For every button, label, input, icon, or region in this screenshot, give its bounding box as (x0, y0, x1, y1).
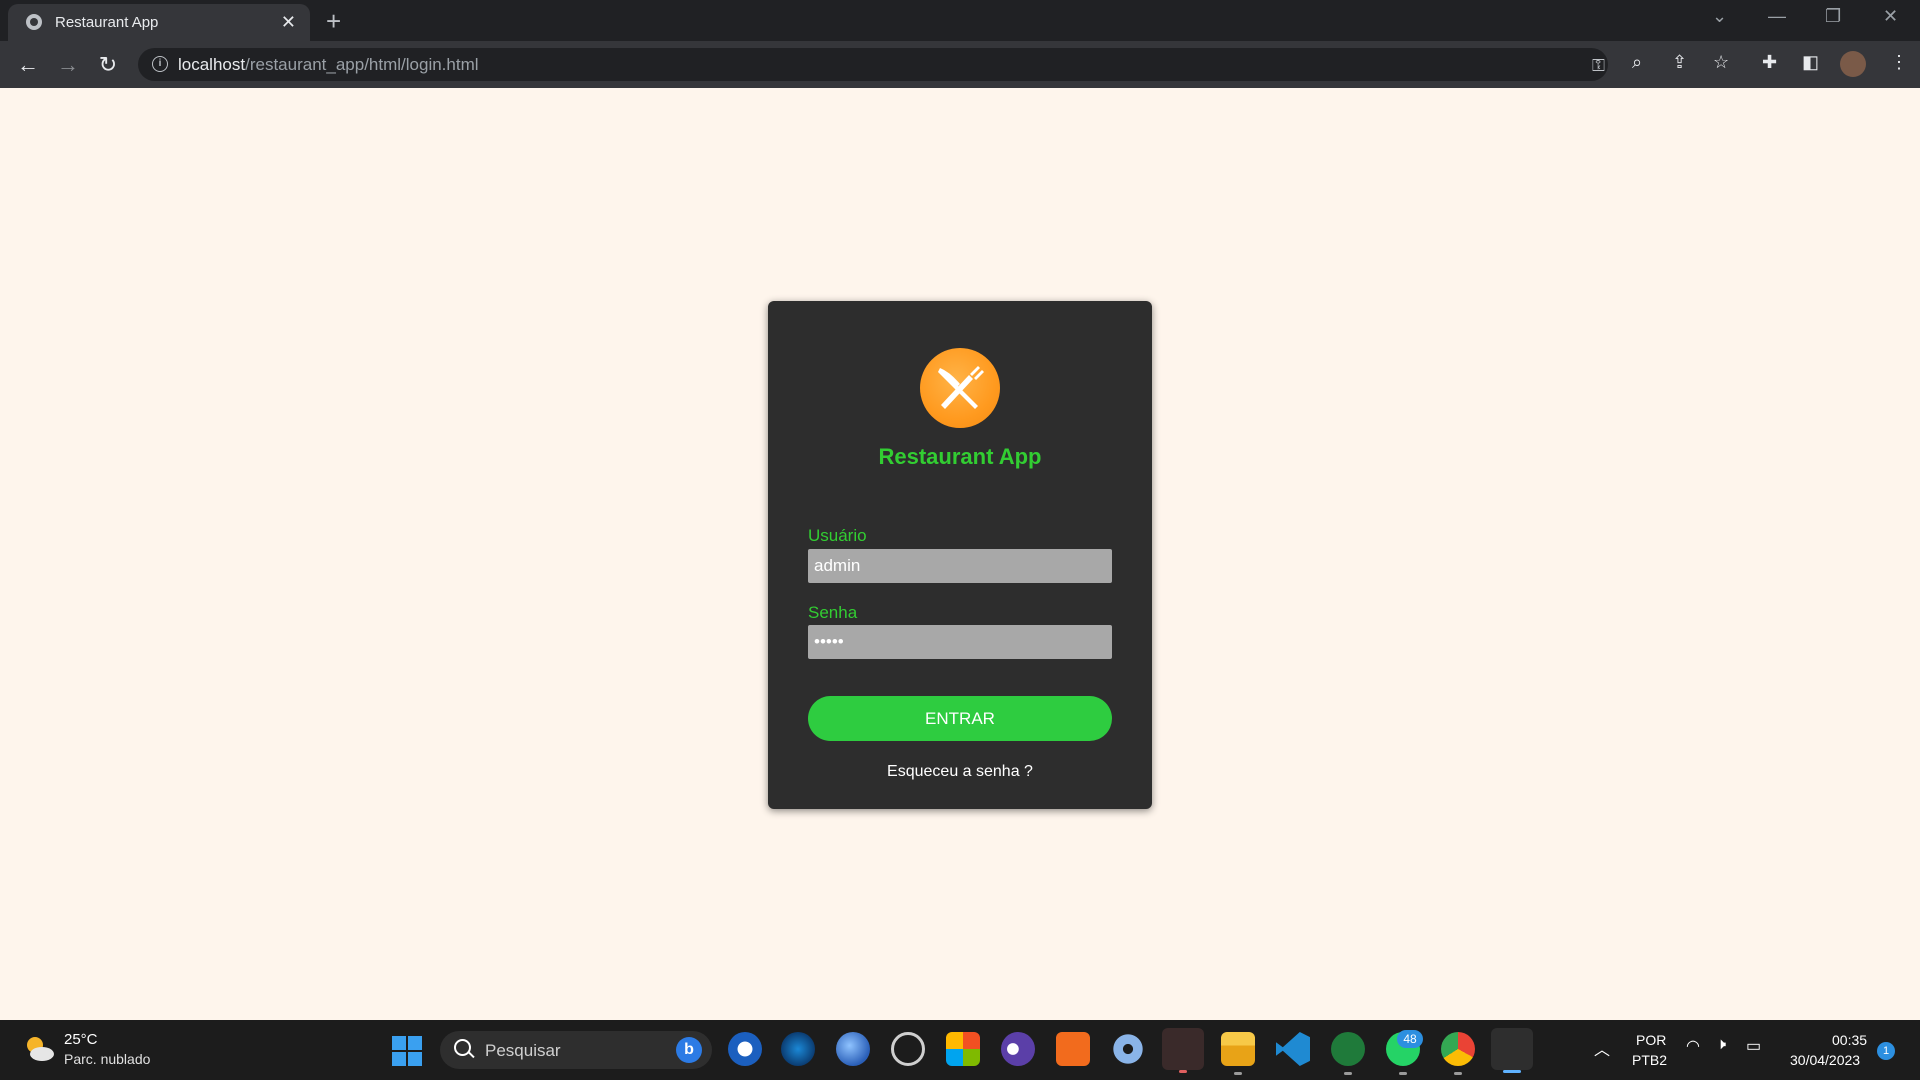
snipping-tool-icon[interactable] (1491, 1028, 1533, 1073)
close-tab-icon[interactable]: ✕ (281, 12, 296, 32)
minimize-icon[interactable]: — (1768, 6, 1786, 27)
browser-toolbar: ← → ↻ i localhost/restaurant_app/html/lo… (0, 41, 1920, 88)
back-icon[interactable]: ← (14, 51, 42, 79)
volume-muted-icon[interactable]: 🕨 (1716, 1036, 1726, 1054)
password-label: Senha (808, 603, 858, 622)
password-input[interactable] (808, 625, 1112, 659)
key-icon[interactable]: ⚿ (1592, 56, 1605, 76)
forgot-password-link[interactable]: Esqueceu a senha ? (768, 763, 1152, 781)
login-card: Restaurant App Usuário Senha ENTRAR Esqu… (768, 301, 1152, 809)
restore-icon[interactable]: ❐ (1825, 6, 1841, 27)
browser-tab[interactable]: Restaurant App ✕ (8, 4, 310, 41)
globe-icon (26, 14, 42, 30)
new-tab-icon[interactable]: + (326, 6, 341, 36)
taskbar-search[interactable]: Pesquisar b (440, 1031, 712, 1069)
weather-description[interactable]: Parc. nublado (64, 1051, 150, 1067)
bing-icon[interactable]: b (676, 1037, 702, 1063)
username-input[interactable] (808, 549, 1112, 583)
login-button[interactable]: ENTRAR (808, 696, 1112, 741)
vscode-icon[interactable] (1276, 1032, 1310, 1066)
obs-icon[interactable] (891, 1032, 925, 1066)
url-text[interactable]: localhost/restaurant_app/html/login.html (178, 55, 479, 75)
battery-icon[interactable]: ▭ (1746, 1036, 1761, 1056)
share-icon[interactable]: ⇪ (1672, 52, 1687, 73)
eclipse-icon[interactable] (1001, 1032, 1035, 1066)
tab-title: Restaurant App (55, 14, 159, 31)
clock-date[interactable]: 30/04/2023 (1790, 1052, 1860, 1068)
notification-badge[interactable]: 1 (1877, 1042, 1895, 1060)
page-background: Restaurant App Usuário Senha ENTRAR Esqu… (0, 88, 1920, 1020)
zoom-icon[interactable]: ⌕ (1632, 52, 1642, 73)
file-explorer-icon[interactable] (1221, 1032, 1255, 1075)
xampp-icon[interactable] (1056, 1032, 1090, 1066)
search-placeholder: Pesquisar (485, 1041, 561, 1060)
wifi-icon[interactable]: ◠ (1686, 1036, 1700, 1056)
bookmark-star-icon[interactable]: ☆ (1713, 52, 1729, 73)
terminal-icon[interactable] (1162, 1028, 1204, 1073)
weather-icon[interactable] (22, 1032, 56, 1066)
profile-avatar[interactable] (1840, 51, 1866, 77)
app-icon-1[interactable] (728, 1032, 762, 1066)
username-label: Usuário (808, 526, 867, 545)
app-title: Restaurant App (878, 444, 1042, 469)
side-panel-icon[interactable]: ◧ (1802, 52, 1819, 73)
windows-start-icon[interactable] (392, 1036, 422, 1066)
tray-overflow-icon[interactable]: ︿ (1594, 1036, 1610, 1060)
restaurant-logo-icon (920, 348, 1000, 428)
forward-icon[interactable]: → (54, 51, 82, 79)
settings-icon[interactable] (1111, 1032, 1145, 1066)
reload-icon[interactable]: ↻ (94, 51, 122, 79)
whatsapp-badge: 48 (1397, 1030, 1423, 1048)
menu-icon[interactable]: ⋮ (1890, 52, 1908, 73)
tab-search-icon[interactable]: ⌄ (1712, 6, 1727, 27)
extensions-icon[interactable]: ✚ (1762, 52, 1777, 73)
taskbar: 25°C Parc. nublado Pesquisar b 48 ︿ POR … (0, 1020, 1920, 1080)
steam-icon[interactable] (781, 1032, 815, 1066)
close-window-icon[interactable]: ✕ (1883, 6, 1898, 27)
browser-icon[interactable] (836, 1032, 870, 1066)
site-info-icon[interactable]: i (152, 56, 168, 72)
address-bar[interactable]: i localhost/restaurant_app/html/login.ht… (138, 48, 1608, 81)
weather-temperature[interactable]: 25°C (64, 1031, 98, 1048)
language-indicator[interactable]: POR (1636, 1032, 1666, 1048)
hs-icon[interactable] (1331, 1032, 1365, 1075)
chrome-icon[interactable] (1441, 1032, 1475, 1075)
keyboard-layout-indicator[interactable]: PTB2 (1632, 1052, 1667, 1068)
clock-time[interactable]: 00:35 (1832, 1032, 1867, 1048)
store-icon[interactable] (946, 1032, 980, 1066)
search-icon (454, 1039, 471, 1056)
tab-strip: Restaurant App ✕ + ⌄ — ❐ ✕ (0, 0, 1920, 41)
